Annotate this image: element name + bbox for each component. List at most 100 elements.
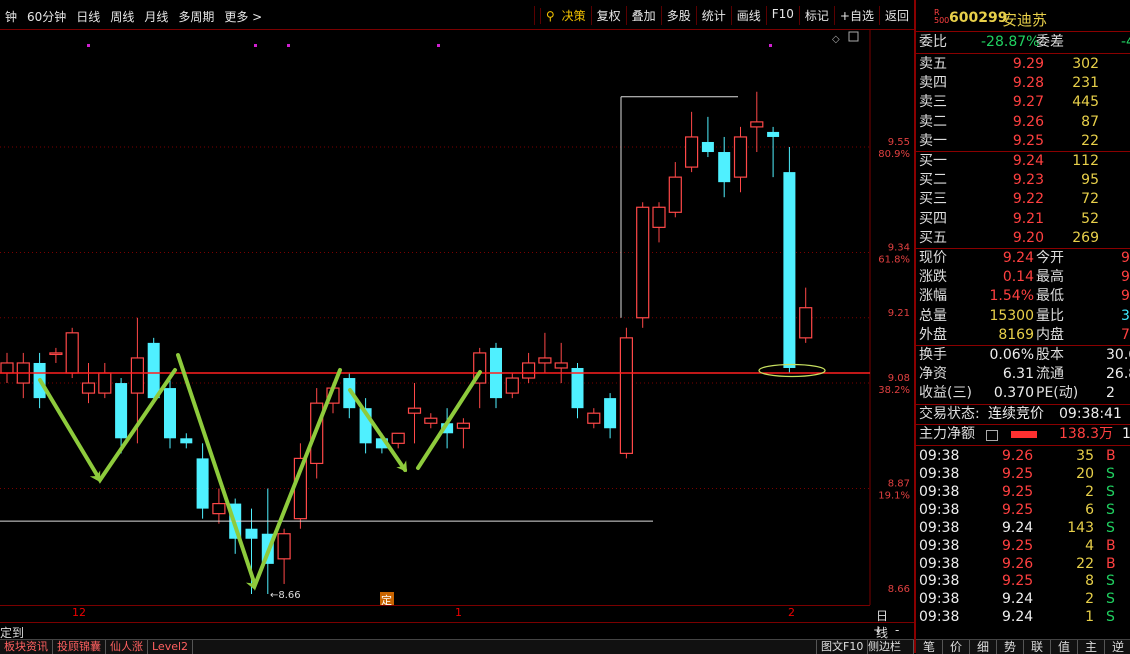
panel-tab-5[interactable]: 值 bbox=[1051, 640, 1078, 654]
candle-body bbox=[98, 372, 112, 394]
zoom-out-button[interactable]: - bbox=[895, 623, 899, 637]
asks-row[interactable]: 卖四 9.28 231 bbox=[916, 74, 1130, 93]
quote-value: 1.54% bbox=[989, 288, 1034, 305]
main-flow-row: 主力净额 138.3万 1 bbox=[916, 425, 1130, 444]
candle-body bbox=[783, 172, 796, 368]
panel-tab-2[interactable]: 细 bbox=[970, 640, 997, 654]
bulb-icon: ⚲ bbox=[539, 8, 560, 24]
quote-value: 9.24 bbox=[1002, 250, 1034, 266]
toolbar-button-7[interactable]: 标记 bbox=[798, 6, 834, 25]
quote-value: 0.14 bbox=[1002, 269, 1034, 286]
candle-body bbox=[81, 382, 96, 394]
list-icon[interactable] bbox=[986, 430, 998, 442]
tick-row: 09:38 9.25 2 S bbox=[916, 483, 1130, 501]
tick-side: B bbox=[1106, 537, 1116, 554]
tick-row: 09:38 9.26 22 B bbox=[916, 555, 1130, 573]
bids-price: 9.23 bbox=[1012, 172, 1044, 189]
bids-label: 买三 bbox=[919, 191, 947, 208]
toolbar-button-8[interactable]: +自选 bbox=[833, 6, 879, 25]
period-tab-4[interactable]: 月线 bbox=[139, 8, 173, 25]
toolbar-button-5[interactable]: 画线 bbox=[730, 6, 766, 25]
candle-body bbox=[718, 152, 731, 183]
asks-row[interactable]: 卖五 9.29 302 bbox=[916, 55, 1130, 74]
tab-advisor[interactable]: 投顾锦囊 bbox=[53, 640, 106, 654]
fund-value: 0.06% bbox=[989, 347, 1034, 363]
bids-row[interactable]: 买五 9.20 269 bbox=[916, 229, 1130, 248]
tick-side: S bbox=[1106, 573, 1115, 590]
bids-row[interactable]: 买二 9.23 95 bbox=[916, 171, 1130, 190]
signal-dot bbox=[254, 44, 257, 47]
toolbar-button-1[interactable]: 复权 bbox=[590, 6, 626, 25]
period-tab-3[interactable]: 周线 bbox=[105, 8, 139, 25]
asks-price: 9.28 bbox=[1012, 75, 1044, 92]
toolbar-button-9[interactable]: 返回 bbox=[878, 6, 914, 25]
asks-label: 卖二 bbox=[919, 113, 947, 130]
bids-label: 买四 bbox=[919, 210, 947, 227]
tick-row: 09:38 9.25 20 S bbox=[916, 465, 1130, 483]
bids-row[interactable]: 买四 9.21 52 bbox=[916, 210, 1130, 229]
period-tab-6[interactable]: 更多 > bbox=[219, 8, 267, 25]
tab-sidebar[interactable]: 侧边栏 « bbox=[864, 640, 914, 654]
quote-label: 现价 bbox=[919, 250, 947, 266]
period-tab-1[interactable]: 60分钟 bbox=[22, 8, 71, 25]
fundamental-row: 净资 6.31 流通 26.8 bbox=[916, 365, 1130, 384]
candle-body bbox=[571, 367, 584, 409]
tick-time: 09:38 bbox=[919, 609, 960, 626]
asks-row[interactable]: 卖三 9.27 445 bbox=[916, 93, 1130, 112]
period-tab-0[interactable]: 钟 bbox=[0, 8, 22, 25]
candle-body bbox=[587, 412, 601, 424]
toolbar-button-4[interactable]: 统计 bbox=[695, 6, 731, 25]
candle-body bbox=[65, 332, 79, 374]
bids-row[interactable]: 买三 9.22 72 bbox=[916, 190, 1130, 209]
panel-tab-1[interactable]: 价 bbox=[943, 640, 970, 654]
bids-row[interactable]: 买一 9.24 112 bbox=[916, 152, 1130, 171]
fund-label: 净资 bbox=[919, 366, 947, 383]
decision-button[interactable]: ⚲ 决策 bbox=[533, 6, 591, 25]
tab-block-news[interactable]: 板块资讯 bbox=[0, 640, 53, 654]
panel-tab-6[interactable]: 主 bbox=[1078, 640, 1105, 654]
kline-chart[interactable]: 9.5580.9% 9.3461.8% 9.21 9.0838.2% 8.8719.1%… bbox=[0, 30, 914, 605]
tick-time: 09:38 bbox=[919, 591, 960, 608]
tab-xianrenzhang[interactable]: 仙人涨 bbox=[106, 640, 148, 654]
price-tick-label: 9.21 bbox=[888, 308, 910, 319]
fund-label2: 股本 bbox=[1036, 347, 1064, 363]
asks-row[interactable]: 卖二 9.26 87 bbox=[916, 113, 1130, 132]
period-tab-5[interactable]: 多周期 bbox=[173, 8, 219, 25]
tick-time: 09:38 bbox=[919, 483, 960, 500]
tick-row: 09:38 9.25 8 S bbox=[916, 572, 1130, 590]
asks-row[interactable]: 卖一 9.25 22 bbox=[916, 132, 1130, 151]
tab-f10[interactable]: 图文F10 bbox=[816, 640, 869, 654]
toolbar-button-6[interactable]: F10 bbox=[765, 6, 799, 25]
tick-row: 09:38 9.24 2 S bbox=[916, 590, 1130, 608]
x-axis: 12 1 2 日线 bbox=[0, 605, 888, 640]
panel-tab-4[interactable]: 联 bbox=[1024, 640, 1051, 654]
candle-body bbox=[0, 362, 14, 374]
candle-body bbox=[684, 136, 699, 168]
window-icon bbox=[848, 31, 859, 42]
tick-side: S bbox=[1106, 609, 1115, 626]
asks-volume: 87 bbox=[1081, 113, 1099, 130]
price-tick-label: 8.66 bbox=[888, 584, 910, 595]
toolbar-button-3[interactable]: 多股 bbox=[660, 6, 696, 25]
candle-body bbox=[521, 362, 536, 379]
tab-level2[interactable]: Level2 bbox=[148, 640, 194, 654]
candle-body bbox=[196, 458, 209, 509]
candle-body bbox=[554, 362, 568, 369]
bids-label: 买五 bbox=[919, 229, 947, 246]
candle-body bbox=[115, 383, 128, 439]
candle-body bbox=[701, 141, 714, 153]
candle-body bbox=[245, 528, 258, 539]
zoom-in-button[interactable]: + bbox=[873, 623, 883, 637]
panel-tab-7[interactable]: 逆 bbox=[1105, 640, 1130, 654]
tick-price: 9.25 bbox=[1002, 483, 1034, 500]
candle-body bbox=[147, 342, 160, 399]
panel-tab-0[interactable]: 笔 bbox=[916, 640, 943, 654]
tick-side: S bbox=[1106, 466, 1115, 482]
fund-value2: 30.6 bbox=[1106, 347, 1130, 363]
tick-time: 09:38 bbox=[919, 555, 960, 572]
period-tab-2[interactable]: 日线 bbox=[71, 8, 105, 25]
bids-label: 买二 bbox=[919, 172, 947, 189]
toolbar-button-2[interactable]: 叠加 bbox=[625, 6, 661, 25]
panel-tab-3[interactable]: 势 bbox=[997, 640, 1024, 654]
toolbar-button-0[interactable]: 决策 bbox=[560, 9, 586, 23]
